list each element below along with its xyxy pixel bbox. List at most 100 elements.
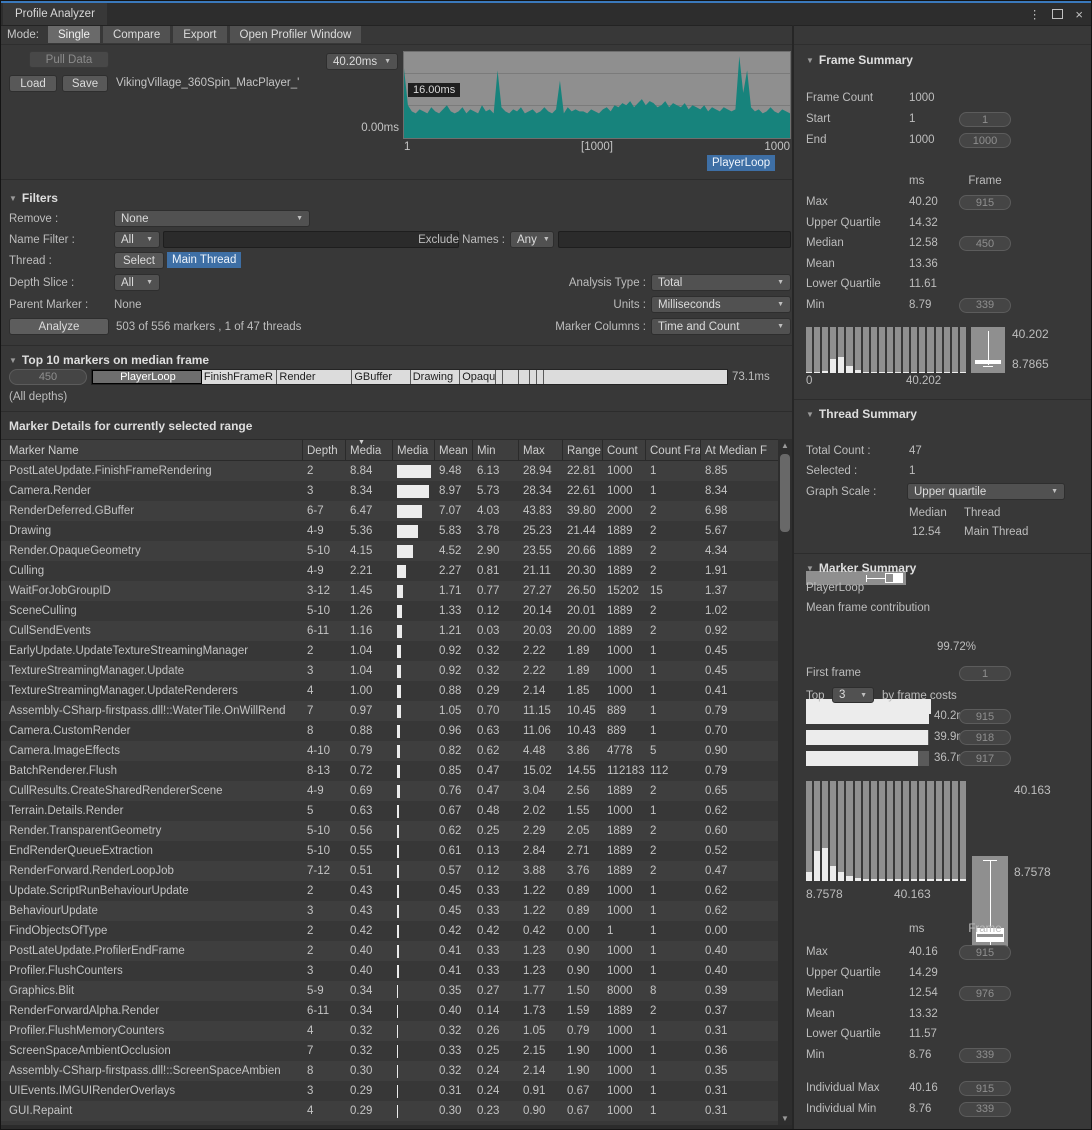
frame-jump-button[interactable]: 915 [959, 709, 1011, 724]
col-depth[interactable]: Depth [303, 440, 346, 460]
table-row[interactable]: Graphics.Blit5-90.340.350.271.771.508000… [1, 981, 778, 1001]
marker-columns-dropdown[interactable]: Time and Count▼ [651, 318, 791, 335]
table-row[interactable]: TextureStreamingManager.Update31.040.920… [1, 661, 778, 681]
frame-summary-boxplot[interactable] [971, 327, 1005, 373]
marker-summary-header[interactable]: ▼Marker Summary [806, 561, 916, 575]
scroll-down-icon[interactable]: ▼ [778, 1112, 792, 1125]
analyze-button[interactable]: Analyze [9, 318, 109, 335]
scrollbar-thumb[interactable] [780, 454, 790, 532]
filters-header[interactable]: ▼Filters [9, 191, 58, 205]
table-row[interactable]: CullSendEvents6-111.161.210.0320.0320.00… [1, 621, 778, 641]
table-row[interactable]: RenderDeferred.GBuffer6-76.477.074.0343.… [1, 501, 778, 521]
mode-button-open-profiler[interactable]: Open Profiler Window [230, 26, 362, 43]
end-frame-button[interactable]: 1000 [959, 133, 1011, 148]
exclude-mode-dropdown[interactable]: Any▼ [510, 231, 554, 248]
maximize-icon[interactable] [1052, 9, 1063, 19]
frame-jump-button[interactable]: 915 [959, 1081, 1011, 1096]
table-row[interactable]: FindObjectsOfType20.420.420.420.420.0011… [1, 921, 778, 941]
top10-segment-drawing[interactable]: Drawing [411, 370, 461, 384]
table-row[interactable]: PostLateUpdate.ProfilerEndFrame20.400.41… [1, 941, 778, 961]
col-count-frame[interactable]: Count Fra [646, 440, 701, 460]
marker-details-header[interactable]: Marker Details for currently selected ra… [9, 419, 252, 433]
mode-button-compare[interactable]: Compare [103, 26, 170, 43]
graph-scale-dropdown[interactable]: Upper quartile▼ [907, 483, 1065, 500]
top10-segment[interactable] [544, 370, 727, 384]
analysis-type-dropdown[interactable]: Total▼ [651, 274, 791, 291]
table-row[interactable]: Update.ScriptRunBehaviourUpdate20.430.45… [1, 881, 778, 901]
col-range[interactable]: Range [563, 440, 603, 460]
table-row[interactable]: Assembly-CSharp-firstpass.dll!::ScreenSp… [1, 1061, 778, 1081]
table-row[interactable]: EndRenderQueueExtraction5-100.550.610.13… [1, 841, 778, 861]
col-mean[interactable]: Mean [435, 440, 473, 460]
frame-jump-button[interactable]: 339 [959, 1048, 1011, 1063]
col-count[interactable]: Count [603, 440, 646, 460]
table-row[interactable]: Render.OpaqueGeometry5-104.154.522.9023.… [1, 541, 778, 561]
top10-segment-gbuffer[interactable]: GBuffer [352, 370, 410, 384]
kebab-menu-icon[interactable]: ⋮ [1029, 7, 1041, 21]
col-marker-name[interactable]: Marker Name [1, 440, 303, 460]
top10-frame-chip[interactable]: 450 [9, 369, 87, 385]
table-row[interactable]: Culling4-92.212.270.8121.1120.30188921.9… [1, 561, 778, 581]
table-row[interactable]: Terrain.Details.Render50.630.670.482.021… [1, 801, 778, 821]
load-button[interactable]: Load [9, 75, 57, 92]
table-row[interactable]: TextureStreamingManager.UpdateRenderers4… [1, 681, 778, 701]
mode-button-export[interactable]: Export [173, 26, 226, 43]
top-count-dropdown[interactable]: 3▼ [832, 687, 874, 703]
top10-header[interactable]: ▼Top 10 markers on median frame [9, 353, 209, 367]
top10-segment[interactable] [519, 370, 530, 384]
exclude-names-input[interactable] [558, 231, 791, 248]
top10-segment-render[interactable]: Render [277, 370, 352, 384]
frame-summary-header[interactable]: ▼Frame Summary [806, 53, 913, 67]
col-max[interactable]: Max [519, 440, 563, 460]
frame-jump-button[interactable]: 915 [959, 195, 1011, 210]
frame-jump-button[interactable]: 450 [959, 236, 1011, 251]
table-row[interactable]: WaitForJobGroupID3-121.451.710.7727.2726… [1, 581, 778, 601]
pull-data-button[interactable]: Pull Data [29, 51, 109, 68]
table-row[interactable]: PostLateUpdate.FinishFrameRendering28.84… [1, 461, 778, 481]
frame-time-graph[interactable]: 16.00ms [403, 51, 791, 139]
remove-dropdown[interactable]: None▼ [114, 210, 310, 227]
top10-segment-playerloop[interactable]: PlayerLoop [92, 370, 202, 384]
frame-jump-button[interactable]: 339 [959, 1102, 1011, 1117]
table-row[interactable]: SceneCulling5-101.261.330.1220.1420.0118… [1, 601, 778, 621]
table-row[interactable]: BatchRenderer.Flush8-130.720.850.4715.02… [1, 761, 778, 781]
marker-summary-boxplot[interactable] [972, 856, 1008, 956]
scroll-up-icon[interactable]: ▲ [778, 439, 792, 452]
top10-segment[interactable] [530, 370, 537, 384]
depth-slice-dropdown[interactable]: All▼ [114, 274, 160, 291]
table-row[interactable]: RenderForward.RenderLoopJob7-120.510.570… [1, 861, 778, 881]
table-row[interactable]: GUI.Repaint40.290.300.230.900.67100010.3… [1, 1101, 778, 1121]
top10-segment[interactable] [503, 370, 519, 384]
window-tab[interactable]: Profile Analyzer [3, 3, 107, 25]
table-row[interactable]: CullResults.CreateSharedRendererScene4-9… [1, 781, 778, 801]
table-row[interactable]: Profiler.FlushCounters30.400.410.331.230… [1, 961, 778, 981]
frame-jump-button[interactable]: 915 [959, 945, 1011, 960]
table-row[interactable]: Drawing4-95.365.833.7825.2321.44188925.6… [1, 521, 778, 541]
mode-button-single[interactable]: Single [48, 26, 100, 43]
frame-jump-button[interactable]: 976 [959, 986, 1011, 1001]
table-row[interactable]: Camera.ImageEffects4-100.790.820.624.483… [1, 741, 778, 761]
table-row[interactable]: Camera.Render38.348.975.7328.3422.611000… [1, 481, 778, 501]
table-row[interactable]: UIEvents.IMGUIRenderOverlays30.290.310.2… [1, 1081, 778, 1101]
units-dropdown[interactable]: Milliseconds▼ [651, 296, 791, 313]
start-frame-button[interactable]: 1 [959, 112, 1011, 127]
col-min[interactable]: Min [473, 440, 519, 460]
frame-jump-button[interactable]: 917 [959, 751, 1011, 766]
col-median[interactable]: ▼Media [346, 440, 393, 460]
marker-summary-histogram[interactable] [806, 781, 966, 881]
table-row[interactable]: BehaviourUpdate30.430.450.331.220.891000… [1, 901, 778, 921]
top10-segment-finishframer[interactable]: FinishFrameR [202, 370, 278, 384]
close-icon[interactable]: × [1075, 7, 1083, 22]
col-at-median-frame[interactable]: At Median F [701, 440, 778, 460]
top10-segment[interactable] [537, 370, 544, 384]
save-button[interactable]: Save [62, 75, 108, 92]
table-row[interactable]: EarlyUpdate.UpdateTextureStreamingManage… [1, 641, 778, 661]
name-filter-mode-dropdown[interactable]: All▼ [114, 231, 160, 248]
thread-select-button[interactable]: Select [114, 252, 164, 269]
table-row[interactable]: Render.TransparentGeometry5-100.560.620.… [1, 821, 778, 841]
table-row[interactable]: Assembly-CSharp-firstpass.dll!::WaterTil… [1, 701, 778, 721]
frame-jump-button[interactable]: 918 [959, 730, 1011, 745]
table-row[interactable]: ScreenSpaceAmbientOcclusion70.320.330.25… [1, 1041, 778, 1061]
thread-summary-header[interactable]: ▼Thread Summary [806, 407, 917, 421]
table-row[interactable]: Camera.CustomRender80.880.960.6311.0610.… [1, 721, 778, 741]
